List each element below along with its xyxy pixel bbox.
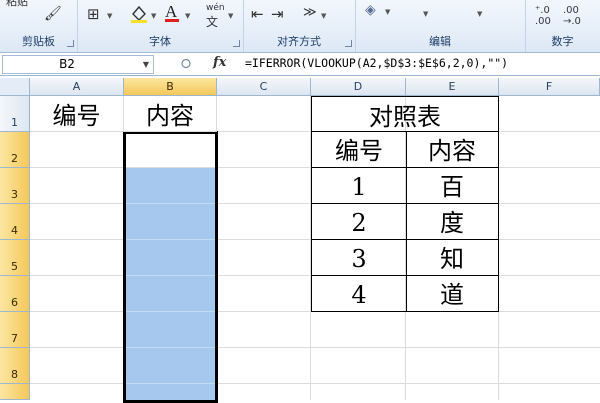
row-header-3[interactable]: 3	[0, 168, 30, 204]
cell-d3[interactable]: 1	[311, 167, 407, 204]
column-header-f[interactable]: F	[499, 78, 600, 96]
row-header-8[interactable]: 8	[0, 348, 30, 384]
cell-d2[interactable]: 编号	[311, 131, 407, 168]
alignment-group-label: 对齐方式	[277, 35, 321, 48]
sort-dropdown-icon[interactable]: ▼	[423, 10, 428, 18]
format-painter-icon[interactable]: 🖌	[44, 6, 62, 22]
clipboard-group: 粘贴 🖌 剪贴板	[0, 0, 78, 52]
column-header-d[interactable]: D	[311, 78, 406, 96]
cell-e3[interactable]: 百	[406, 167, 499, 204]
column-header-e[interactable]: E	[406, 78, 499, 96]
active-cell-b2[interactable]	[126, 134, 215, 166]
number-group: ⁺.0.00 .00 →.0 数字	[525, 0, 600, 52]
increase-decimal-icon[interactable]: ⁺.0.00	[535, 5, 551, 27]
clipboard-launcher-icon[interactable]	[67, 40, 74, 47]
font-group: ⊞ ▼ ▼ A ▼ wén 文 ▼ 字体	[77, 0, 244, 52]
row-header-6[interactable]: 6	[0, 276, 30, 312]
editing-group-label: 编辑	[429, 35, 451, 48]
font-group-label: 字体	[149, 35, 171, 48]
cell-b1[interactable]: 内容	[124, 96, 217, 132]
font-color-dropdown-icon[interactable]: ▼	[185, 12, 190, 20]
row-header-4[interactable]: 4	[0, 204, 30, 240]
column-header-c[interactable]: C	[217, 78, 311, 96]
phonetic-guide-icon[interactable]: wén 文	[206, 3, 225, 30]
worksheet-grid: A B C D E F 1 2 3 4 5 6 7 8 编号 内容 对照表 编号…	[0, 78, 600, 403]
name-box-dropdown-icon[interactable]: ▼	[143, 56, 149, 73]
font-launcher-icon[interactable]	[233, 40, 240, 47]
alignment-launcher-icon[interactable]	[345, 40, 352, 47]
name-box-value[interactable]: B2	[3, 56, 131, 73]
select-all-corner[interactable]	[0, 78, 30, 96]
increase-indent-icon[interactable]: ⇥	[271, 5, 284, 23]
orientation-dropdown-icon[interactable]: ▼	[321, 12, 326, 20]
cell-d6[interactable]: 4	[311, 275, 407, 312]
name-box[interactable]: B2 ▼	[2, 55, 154, 74]
row-header-5[interactable]: 5	[0, 240, 30, 276]
insert-function-button[interactable]: fx	[213, 55, 226, 70]
clipboard-group-label: 剪贴板	[22, 35, 55, 48]
row-header-1[interactable]: 1	[0, 96, 30, 132]
formula-bar: B2 ▼ fx =IFERROR(VLOOKUP(A2,$D$3:$E$6,2,…	[0, 53, 600, 76]
phonetic-dropdown-icon[interactable]: ▼	[228, 12, 233, 20]
clear-icon[interactable]: ◈	[365, 2, 376, 18]
cell-e5[interactable]: 知	[406, 239, 499, 276]
formula-input[interactable]: =IFERROR(VLOOKUP(A2,$D$3:$E$6,2,0),"")	[245, 56, 508, 70]
decrease-decimal-icon[interactable]: .00 →.0	[563, 5, 581, 27]
fill-color-icon[interactable]	[129, 4, 149, 28]
alignment-group: ⇤ ⇥ ≫ ▼ 对齐方式	[243, 0, 356, 52]
orientation-icon[interactable]: ≫	[303, 5, 317, 20]
selection-border	[123, 131, 218, 403]
column-header-b[interactable]: B	[124, 78, 217, 96]
number-group-label: 数字	[551, 35, 574, 48]
cell-a1[interactable]: 编号	[30, 96, 124, 132]
borders-icon[interactable]: ⊞	[87, 5, 100, 23]
cell-e4[interactable]: 度	[406, 203, 499, 240]
borders-dropdown-icon[interactable]: ▼	[107, 12, 112, 20]
font-color-icon[interactable]: A	[165, 2, 179, 22]
cell-e6[interactable]: 道	[406, 275, 499, 312]
cell-d4[interactable]: 2	[311, 203, 407, 240]
column-header-a[interactable]: A	[30, 78, 124, 96]
row-header-2[interactable]: 2	[0, 132, 30, 168]
fill-color-dropdown-icon[interactable]: ▼	[151, 12, 156, 20]
formula-bar-splitter-icon[interactable]	[178, 56, 202, 71]
row-header-9[interactable]	[0, 384, 30, 400]
editing-group: ◈ ▼ ▼ ▼ 编辑	[355, 0, 526, 52]
row-header-7[interactable]: 7	[0, 312, 30, 348]
clear-dropdown-icon[interactable]: ▼	[385, 8, 390, 16]
find-dropdown-icon[interactable]: ▼	[477, 10, 482, 18]
paste-label[interactable]: 粘贴	[6, 0, 28, 9]
ribbon: 粘贴 🖌 剪贴板 ⊞ ▼ ▼ A ▼ wén 文 ▼ 字体 ⇤ ⇥ ≫ ▼ 对齐方…	[0, 0, 600, 53]
cell-d5[interactable]: 3	[311, 239, 407, 276]
cell-d1-merged-title[interactable]: 对照表	[311, 96, 499, 132]
decrease-indent-icon[interactable]: ⇤	[251, 5, 264, 23]
cell-e2[interactable]: 内容	[406, 131, 499, 168]
